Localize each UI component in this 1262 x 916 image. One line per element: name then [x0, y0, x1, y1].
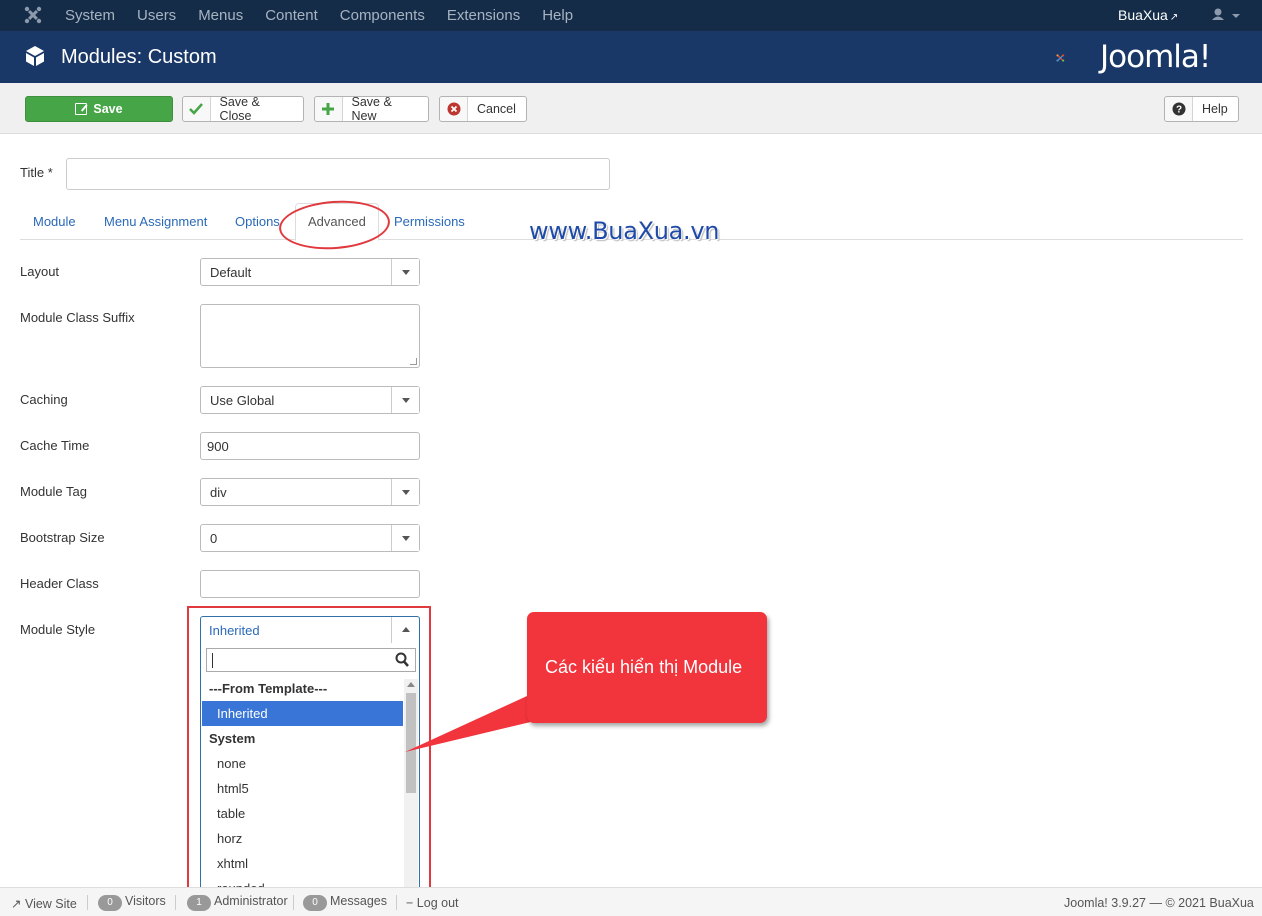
tab-options[interactable]: Options: [235, 214, 280, 229]
visitors-badge: 0: [98, 895, 122, 911]
view-site-label: View Site: [24, 897, 77, 911]
menu-extensions[interactable]: Extensions: [447, 7, 520, 24]
chevron-down-icon: [391, 387, 419, 413]
chevron-down-icon: [391, 259, 419, 285]
bootstrap-size-label: Bootstrap Size: [20, 530, 105, 545]
menu-components[interactable]: Components: [340, 7, 425, 24]
svg-text:?: ?: [1175, 105, 1181, 116]
joomla-logo-icon[interactable]: [24, 6, 42, 24]
chevron-down-icon: [391, 525, 419, 551]
cache-time-label: Cache Time: [20, 438, 90, 453]
joomla-brand-icon: [1056, 54, 1065, 62]
edit-icon: [75, 103, 88, 115]
module-tag-value: div: [210, 485, 227, 500]
module-style-label: Module Style: [20, 622, 96, 637]
title-label: Title *: [20, 165, 53, 180]
version-info: Joomla! 3.9.27 — © 2021 BuaXua: [1064, 896, 1254, 910]
callout-text: Các kiểu hiển thị Module: [545, 657, 743, 677]
messages-link[interactable]: 0 Messages: [303, 894, 387, 911]
tab-module[interactable]: Module: [33, 214, 76, 229]
administrator-label: Administrator: [214, 894, 288, 908]
resize-grip-icon[interactable]: [410, 358, 417, 365]
caching-label: Caching: [20, 392, 68, 407]
logout-icon: −: [406, 896, 414, 910]
external-link-icon: ↗: [1169, 12, 1179, 23]
save-new-button[interactable]: Save & New: [314, 95, 429, 123]
divider: [293, 895, 294, 910]
logout-label: Log out: [416, 896, 459, 910]
divider: [175, 895, 176, 910]
top-navbar: System Users Menus Content Components Ex…: [0, 0, 1262, 31]
save-button[interactable]: Save: [25, 96, 173, 122]
logout-link[interactable]: − Log out: [406, 896, 459, 910]
page-title: Modules: Custom: [61, 46, 217, 68]
view-site-link[interactable]: ↗ View Site: [11, 896, 77, 911]
cache-time-input[interactable]: 900: [200, 432, 420, 460]
cancel-icon: [440, 97, 468, 121]
module-tag-label: Module Tag: [20, 484, 87, 499]
menu-system[interactable]: System: [65, 7, 115, 24]
highlight-box: [187, 606, 431, 900]
check-icon: [183, 97, 211, 121]
save-close-label: Save & Close: [219, 95, 260, 123]
site-link[interactable]: BuaXua ↗: [1118, 7, 1178, 23]
save-new-label: Save & New: [351, 95, 392, 123]
plus-icon: [315, 97, 343, 121]
module-class-suffix-textarea[interactable]: [200, 304, 420, 368]
module-class-suffix-label: Module Class Suffix: [20, 310, 135, 325]
user-menu-icon[interactable]: [1212, 6, 1242, 24]
administrator-badge: 1: [187, 895, 211, 911]
divider: [87, 895, 88, 910]
tab-permissions[interactable]: Permissions: [394, 214, 465, 229]
tab-menu-assignment[interactable]: Menu Assignment: [104, 214, 207, 229]
menu-content[interactable]: Content: [265, 7, 318, 24]
site-name: BuaXua: [1118, 7, 1168, 23]
status-bar: ↗ View Site 0 Visitors 1 Administrator 0 Me…: [0, 887, 1262, 916]
save-close-button[interactable]: Save & Close: [182, 95, 304, 123]
visitors-status: 0 Visitors: [98, 894, 166, 911]
layout-select[interactable]: Default: [200, 258, 420, 286]
bootstrap-size-select[interactable]: 0: [200, 524, 420, 552]
external-link-icon: ↗: [11, 897, 22, 911]
save-label: Save: [93, 102, 123, 116]
cancel-label: Cancel: [477, 102, 516, 116]
messages-badge: 0: [303, 895, 327, 911]
layout-value: Default: [210, 265, 252, 280]
menu-help[interactable]: Help: [542, 7, 573, 24]
help-button[interactable]: ? Help: [1164, 96, 1239, 122]
bootstrap-size-value: 0: [210, 531, 218, 546]
module-tag-select[interactable]: div: [200, 478, 420, 506]
divider: [396, 895, 397, 910]
layout-label: Layout: [20, 264, 60, 279]
header-class-input[interactable]: [200, 570, 420, 598]
header-class-label: Header Class: [20, 576, 99, 591]
chevron-down-icon: [391, 479, 419, 505]
cache-time-value: 900: [207, 439, 229, 454]
page-header: Modules: Custom Joomla!: [0, 31, 1262, 83]
question-icon: ?: [1165, 97, 1193, 121]
cube-icon: [26, 46, 44, 66]
joomla-brand-text: Joomla!: [1100, 39, 1211, 75]
cancel-button[interactable]: Cancel: [439, 96, 527, 122]
messages-label: Messages: [330, 894, 387, 908]
watermark: www.BuaXua.vn: [529, 217, 720, 245]
visitors-label: Visitors: [125, 894, 166, 908]
caching-value: Use Global: [210, 393, 275, 408]
title-input[interactable]: [66, 158, 610, 190]
help-label: Help: [1202, 102, 1228, 116]
toolbar: Save Save & Close Save & New Cancel ? He…: [0, 83, 1262, 134]
administrator-status: 1 Administrator: [187, 894, 288, 911]
menu-menus[interactable]: Menus: [198, 7, 243, 24]
caching-select[interactable]: Use Global: [200, 386, 420, 414]
menu-users[interactable]: Users: [137, 7, 176, 24]
